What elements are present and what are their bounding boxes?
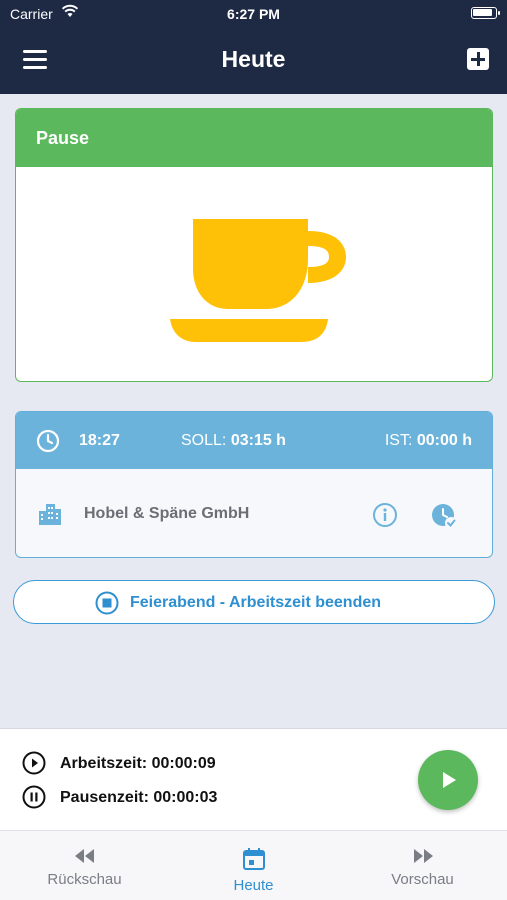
stop-icon bbox=[95, 591, 119, 615]
add-icon[interactable] bbox=[467, 48, 489, 70]
company-row[interactable]: Hobel & Späne GmbH bbox=[16, 469, 492, 557]
ist-time: IST: 00:00 h bbox=[385, 432, 472, 450]
ist-value: 00:00 h bbox=[416, 432, 472, 449]
building-icon bbox=[39, 504, 61, 525]
current-time: 18:27 bbox=[79, 432, 120, 449]
tab-label: Heute bbox=[233, 877, 274, 894]
pause-card-title: Pause bbox=[16, 109, 492, 167]
coffee-cup-icon bbox=[170, 219, 346, 342]
tab-label: Rückschau bbox=[47, 871, 122, 888]
soll-value: 03:15 h bbox=[230, 432, 286, 449]
calendar-icon bbox=[242, 848, 265, 870]
ist-label: IST: bbox=[384, 432, 413, 449]
pause-card: Pause bbox=[15, 108, 493, 382]
tab-bar: Rückschau Heute Vorschau bbox=[0, 830, 507, 900]
tab-heute[interactable]: Heute bbox=[169, 831, 338, 900]
tab-vorschau[interactable]: Vorschau bbox=[338, 831, 507, 900]
status-bar: Carrier 6:27 PM bbox=[0, 0, 507, 28]
end-workday-label: Feierabend - Arbeitszeit beenden bbox=[130, 594, 382, 611]
time-check-icon[interactable] bbox=[430, 502, 458, 530]
pause-circle-icon bbox=[22, 785, 46, 809]
navigation-bar: Heute bbox=[0, 28, 507, 94]
tab-label: Vorschau bbox=[391, 871, 454, 888]
soll-time: SOLL: 03:15 h bbox=[181, 432, 286, 450]
work-info-header: 18:27 SOLL: 03:15 h IST: 00:00 h bbox=[16, 412, 492, 469]
play-circle-icon bbox=[22, 751, 46, 775]
battery-icon bbox=[471, 7, 500, 19]
work-time: Arbeitszeit: 00:00:09 bbox=[60, 755, 216, 772]
end-workday-button[interactable]: Feierabend - Arbeitszeit beenden bbox=[13, 580, 495, 624]
tab-rueckschau[interactable]: Rückschau bbox=[0, 831, 169, 900]
status-time: 6:27 PM bbox=[227, 6, 280, 22]
work-info-card: 18:27 SOLL: 03:15 h IST: 00:00 h Hobel &… bbox=[15, 411, 493, 558]
pause-time: Pausenzeit: 00:00:03 bbox=[60, 789, 218, 806]
fast-forward-icon bbox=[413, 849, 433, 863]
start-work-button[interactable] bbox=[418, 750, 478, 810]
clock-icon bbox=[36, 429, 60, 453]
info-icon[interactable] bbox=[372, 502, 398, 528]
soll-label: SOLL: bbox=[181, 432, 227, 449]
rewind-icon bbox=[74, 849, 94, 863]
company-name: Hobel & Späne GmbH bbox=[84, 505, 250, 522]
page-title: Heute bbox=[221, 46, 286, 72]
